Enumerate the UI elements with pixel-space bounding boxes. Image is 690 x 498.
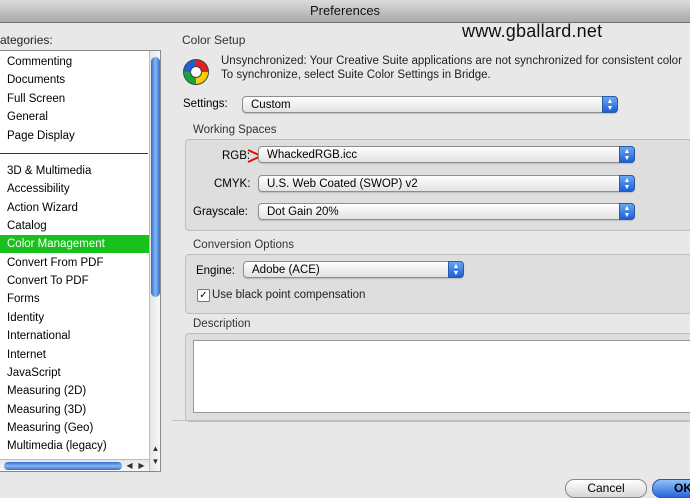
cmyk-label: CMYK:	[214, 178, 251, 190]
scroll-left-arrow-icon[interactable]: ◀	[124, 460, 135, 471]
category-item[interactable]: Page Display	[0, 127, 150, 145]
checkmark-icon: ✓	[199, 290, 208, 301]
list-divider	[0, 153, 148, 154]
cmyk-value: U.S. Web Coated (SWOP) v2	[267, 178, 418, 190]
category-item[interactable]: Action Wizard	[0, 199, 150, 217]
categories-list[interactable]: Commenting Documents Full Screen General Pag…	[0, 50, 161, 472]
category-item[interactable]: Identity	[0, 309, 150, 327]
category-item[interactable]: 3D & Multimedia	[0, 162, 150, 180]
category-item[interactable]: Accessibility	[0, 180, 150, 198]
scroll-down-arrow-icon[interactable]: ▼	[150, 456, 160, 467]
panel-divider	[172, 420, 690, 421]
ok-button[interactable]: OK	[652, 479, 690, 498]
scroll-up-arrow-icon[interactable]: ▲	[150, 443, 160, 454]
conversion-options-title: Conversion Options	[193, 239, 294, 251]
grayscale-popup[interactable]: Dot Gain 20% ▲ ▼	[258, 203, 635, 220]
category-item[interactable]: Measuring (3D)	[0, 401, 150, 419]
popup-stepper-icon: ▲ ▼	[448, 261, 464, 278]
grayscale-label: Grayscale:	[193, 206, 248, 218]
black-point-checkbox[interactable]: ✓	[197, 289, 210, 302]
black-point-label: Use black point compensation	[212, 289, 366, 301]
category-item[interactable]: General	[0, 108, 150, 126]
description-title: Description	[193, 318, 251, 330]
categories-label: ategories:	[0, 33, 53, 47]
grayscale-value: Dot Gain 20%	[267, 206, 339, 218]
sync-message-line2: To synchronize, select Suite Color Setti…	[221, 69, 491, 81]
categories-vertical-scrollbar[interactable]: ▲ ▼	[149, 51, 160, 471]
category-item[interactable]: Commenting	[0, 53, 150, 71]
category-item[interactable]: Full Screen	[0, 90, 150, 108]
engine-value: Adobe (ACE)	[252, 264, 320, 276]
vertical-scroll-thumb[interactable]	[151, 57, 160, 297]
window-title: Preferences	[309, 3, 381, 18]
engine-label: Engine:	[195, 265, 235, 277]
category-item[interactable]: Convert From PDF	[0, 254, 150, 272]
sync-message-line1: Unsynchronized: Your Creative Suite appl…	[221, 55, 682, 67]
rgb-popup[interactable]: WhackedRGB.icc ▲ ▼	[258, 146, 635, 163]
category-item[interactable]: Multimedia (legacy)	[0, 437, 150, 455]
popup-stepper-icon: ▲ ▼	[602, 96, 618, 113]
category-item-selected[interactable]: Color Management	[0, 235, 150, 254]
cmyk-popup[interactable]: U.S. Web Coated (SWOP) v2 ▲ ▼	[258, 175, 635, 192]
rgb-value: WhackedRGB.icc	[267, 149, 358, 161]
category-item[interactable]: Documents	[0, 71, 150, 89]
color-setup-title: Color Setup	[182, 33, 246, 47]
popup-stepper-icon: ▲ ▼	[619, 175, 635, 192]
category-item[interactable]: Forms	[0, 290, 150, 308]
category-item[interactable]: Measuring (Geo)	[0, 419, 150, 437]
color-sync-icon	[183, 59, 209, 85]
horizontal-scroll-thumb[interactable]	[4, 462, 122, 470]
popup-stepper-icon: ▲ ▼	[619, 146, 635, 163]
category-item[interactable]: Catalog	[0, 217, 150, 235]
watermark-text: www.gballard.net	[462, 21, 603, 41]
description-textarea	[193, 340, 690, 413]
category-item[interactable]: Measuring (2D)	[0, 382, 150, 400]
working-spaces-title: Working Spaces	[193, 124, 277, 136]
settings-popup[interactable]: Custom ▲ ▼	[242, 96, 618, 113]
category-item[interactable]: Convert To PDF	[0, 272, 150, 290]
categories-horizontal-scrollbar[interactable]: ◀ ▶	[0, 459, 149, 471]
category-item[interactable]: JavaScript	[0, 364, 150, 382]
settings-label: Settings:	[183, 98, 228, 110]
popup-stepper-icon: ▲ ▼	[619, 203, 635, 220]
settings-value: Custom	[251, 99, 291, 111]
engine-popup[interactable]: Adobe (ACE) ▲ ▼	[243, 261, 464, 278]
window-titlebar: Preferences	[0, 0, 690, 23]
category-item[interactable]: Internet	[0, 346, 150, 364]
cancel-button[interactable]: Cancel	[565, 479, 647, 498]
rgb-label: RGB:	[222, 150, 251, 162]
scroll-right-arrow-icon[interactable]: ▶	[136, 460, 147, 471]
category-item[interactable]: International	[0, 327, 150, 345]
